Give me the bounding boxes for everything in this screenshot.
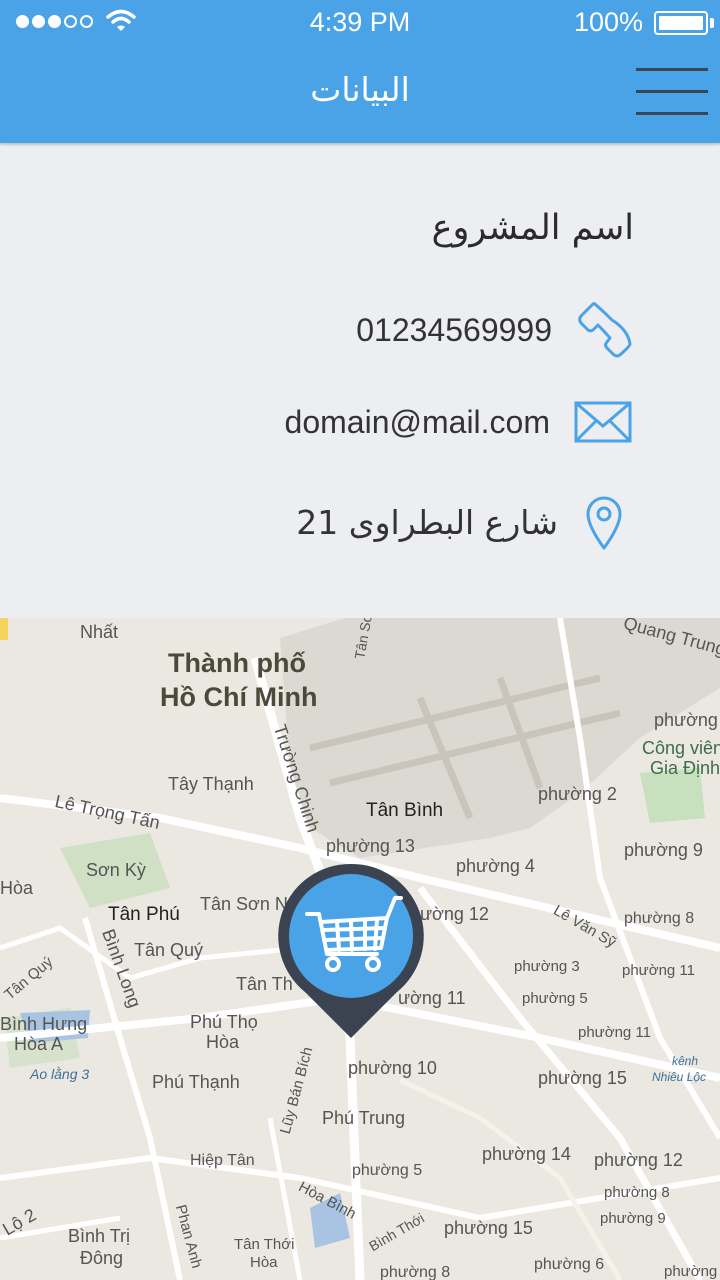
map-label: Tây Thạnh	[168, 774, 254, 794]
map-label: phường 14	[482, 1144, 571, 1164]
map-label-city: Hồ Chí Minh	[160, 682, 318, 712]
app-header: 4:39 PM 100% البيانات	[0, 0, 720, 143]
map-label: phường 3	[514, 958, 580, 975]
address-row[interactable]: 21 شارع البطراوى	[296, 494, 624, 550]
status-bar: 4:39 PM 100%	[0, 0, 720, 46]
battery-percent: 100%	[573, 7, 643, 37]
map-label: Hòa	[250, 1254, 278, 1271]
map-pin-marker[interactable]	[277, 862, 425, 1040]
street-address[interactable]: 21 شارع البطراوى	[296, 503, 558, 542]
map-label: Tân Sơn N	[200, 894, 288, 914]
map-label: phường 8	[624, 910, 695, 927]
map-label: phường 11	[622, 962, 695, 979]
map-label: phường 15	[538, 1068, 627, 1088]
phone-icon	[578, 302, 632, 358]
map-label: phường 9	[600, 1210, 666, 1227]
map-label: phường 15	[444, 1218, 533, 1238]
map-label: phường 11	[578, 1024, 651, 1041]
map-label: Bình Trị	[68, 1226, 131, 1246]
phone-number[interactable]: 01234569999	[356, 312, 552, 349]
map-label: phường 10	[348, 1058, 437, 1078]
email-address[interactable]: domain@mail.com	[285, 404, 550, 441]
email-row[interactable]: domain@mail.com	[285, 400, 632, 444]
location-pin-icon	[586, 496, 622, 550]
map-label: phường 6	[534, 1256, 605, 1273]
map-label: phường 2	[538, 784, 617, 804]
battery-icon	[654, 11, 708, 35]
phone-row[interactable]: 01234569999	[356, 300, 636, 360]
map-label: Hòa	[0, 878, 34, 898]
map-label: phường	[654, 710, 718, 730]
map-label: Tân Quý	[134, 940, 204, 960]
map-label: Phú Thạnh	[152, 1072, 240, 1092]
map-label: Gia Định	[650, 758, 720, 778]
map-label: Hòa	[206, 1032, 240, 1052]
map-label: Phú Thọ	[190, 1012, 258, 1032]
map-label: Công viên	[642, 738, 720, 758]
map-label: phường	[664, 1263, 718, 1280]
map-label: Tân Bình	[366, 800, 444, 821]
map-label: Hiệp Tân	[190, 1152, 255, 1169]
map-label: phường 9	[624, 840, 703, 860]
map-label: phường 13	[326, 836, 415, 856]
map-label: Phú Trung	[322, 1108, 406, 1128]
map-label: Sơn Kỳ	[86, 860, 146, 880]
map-label: Nhất	[80, 622, 119, 642]
map-label: phường 5	[522, 990, 588, 1007]
map-label: phường 8	[380, 1264, 451, 1280]
map-label: Ao lằng 3	[30, 1066, 90, 1082]
envelope-icon	[574, 401, 632, 443]
map-label: Nhiêu Lộc	[652, 1070, 707, 1084]
map-label-city: Thành phố	[168, 648, 306, 678]
map-label: Bình Hưng	[0, 1014, 88, 1034]
map-label: Hòa A	[14, 1034, 64, 1054]
page-title: البيانات	[310, 70, 410, 109]
map-label: phường 8	[604, 1184, 670, 1201]
map-label: phường 4	[456, 856, 535, 876]
project-name: اسم المشروع	[431, 208, 634, 248]
map-label: Đông	[80, 1248, 124, 1268]
map-label: Tân Thới	[234, 1236, 295, 1253]
map-label: Tân Phú	[108, 904, 180, 925]
map-label: kênh	[672, 1054, 699, 1068]
map-label: ường 12	[420, 904, 489, 924]
hamburger-menu-button[interactable]	[636, 68, 708, 118]
map-label: phường 12	[594, 1150, 683, 1170]
map-label: phường 5	[352, 1162, 423, 1179]
